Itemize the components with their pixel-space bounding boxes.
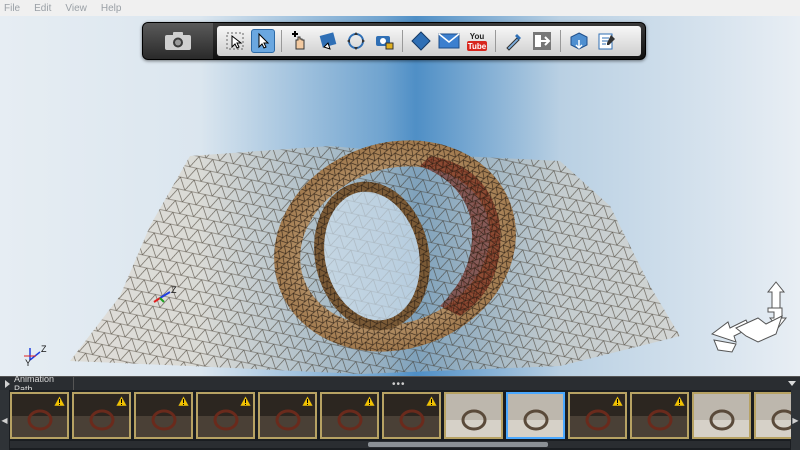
corner-axis-y-label: Y	[25, 358, 31, 368]
hand-add-button[interactable]	[288, 29, 312, 53]
warning-icon	[54, 396, 65, 406]
pointer-select-button[interactable]	[251, 29, 275, 53]
toolbar-separator	[495, 30, 496, 52]
thumbnail-2[interactable]	[72, 392, 131, 439]
ring-photo-icon	[694, 394, 749, 437]
cube-download-icon	[570, 32, 588, 50]
edit-page-button[interactable]	[595, 29, 619, 53]
main-toolbar: You Tube	[142, 22, 646, 60]
thumbnail-1[interactable]	[10, 392, 69, 439]
navigation-arrows-icon[interactable]	[706, 278, 790, 358]
measure-tool-button[interactable]	[316, 29, 340, 53]
thumbnail-12[interactable]	[692, 392, 751, 439]
hand-add-icon	[292, 31, 305, 50]
animation-path-tab[interactable]: Animation Path	[0, 374, 74, 394]
filmstrip-scroll-left[interactable]: ◀	[0, 390, 9, 450]
dropper-button[interactable]	[502, 29, 526, 53]
thumbnail-9[interactable]	[506, 392, 565, 439]
warning-icon	[612, 396, 623, 406]
toolbar-separator	[560, 30, 561, 52]
thumbnail-5[interactable]	[258, 392, 317, 439]
menu-edit[interactable]: Edit	[34, 3, 51, 14]
camera-lock-icon	[376, 36, 394, 50]
warning-icon	[116, 396, 127, 406]
mesh-scene	[70, 140, 680, 374]
3d-viewport[interactable]: You Tube Z Z Y	[0, 16, 800, 376]
menu-help[interactable]: Help	[101, 3, 122, 14]
bookmark-diamond-icon	[411, 31, 431, 51]
thumbnail-3[interactable]	[134, 392, 193, 439]
select-arrow-button[interactable]	[223, 29, 247, 53]
camera-icon	[165, 32, 191, 50]
filmstrip-scrollbar[interactable]	[10, 441, 790, 448]
warning-icon	[364, 396, 375, 406]
filmstrip-scroll-right[interactable]: ▶	[791, 390, 800, 450]
mesh-axis-gizmo: Z	[153, 285, 177, 303]
corner-axis-icon: Z Y	[24, 344, 47, 368]
cube-download-button[interactable]	[567, 29, 591, 53]
camera-lock-button[interactable]	[372, 29, 396, 53]
thumbnail-6[interactable]	[320, 392, 379, 439]
youtube-button[interactable]: You Tube	[465, 29, 489, 53]
warning-icon	[240, 396, 251, 406]
youtube-icon: You Tube	[467, 32, 487, 51]
warning-icon	[426, 396, 437, 406]
orbit-icon	[347, 32, 365, 50]
dropper-icon	[506, 34, 521, 51]
edit-page-icon	[598, 33, 615, 50]
select-arrow-icon	[226, 32, 244, 50]
camera-button[interactable]	[143, 23, 213, 59]
menu-file[interactable]: File	[4, 3, 20, 14]
panel-resize-grip[interactable]: •••	[392, 379, 406, 390]
thumbnail-7[interactable]	[382, 392, 441, 439]
email-icon	[438, 33, 460, 49]
thumbnail-10[interactable]	[568, 392, 627, 439]
animation-panel-header: Animation Path •••	[0, 374, 800, 394]
pointer-select-icon	[258, 32, 270, 49]
thumbnail-11[interactable]	[630, 392, 689, 439]
ring-photo-icon	[508, 394, 563, 437]
youtube-label-top: You	[470, 32, 485, 41]
warning-icon	[674, 396, 685, 406]
menu-view[interactable]: View	[65, 3, 87, 14]
expand-triangle-icon	[5, 379, 10, 388]
bookmark-button[interactable]	[409, 29, 433, 53]
tool-strip: You Tube	[217, 26, 641, 56]
corner-axis-z-label: Z	[41, 344, 47, 354]
toolbar-separator	[281, 30, 282, 52]
export-button[interactable]	[530, 29, 554, 53]
filmstrip-scroll-thumb[interactable]	[368, 442, 548, 447]
export-icon	[533, 32, 551, 50]
thumbnail-8[interactable]	[444, 392, 503, 439]
thumbnail-4[interactable]	[196, 392, 255, 439]
panel-collapse-icon[interactable]	[788, 381, 796, 386]
email-button[interactable]	[437, 29, 461, 53]
warning-icon	[302, 396, 313, 406]
measure-tool-icon	[319, 32, 337, 50]
toolbar-separator	[402, 30, 403, 52]
warning-icon	[178, 396, 189, 406]
ring-photo-icon	[446, 394, 501, 437]
youtube-label-bottom: Tube	[468, 42, 487, 51]
mesh-axis-z-label: Z	[171, 285, 177, 295]
thumbnail-filmstrip: ◀ ▶	[0, 390, 800, 450]
menu-bar: File Edit View Help	[0, 0, 800, 16]
orbit-button[interactable]	[344, 29, 368, 53]
thumbnail-list	[10, 392, 800, 439]
